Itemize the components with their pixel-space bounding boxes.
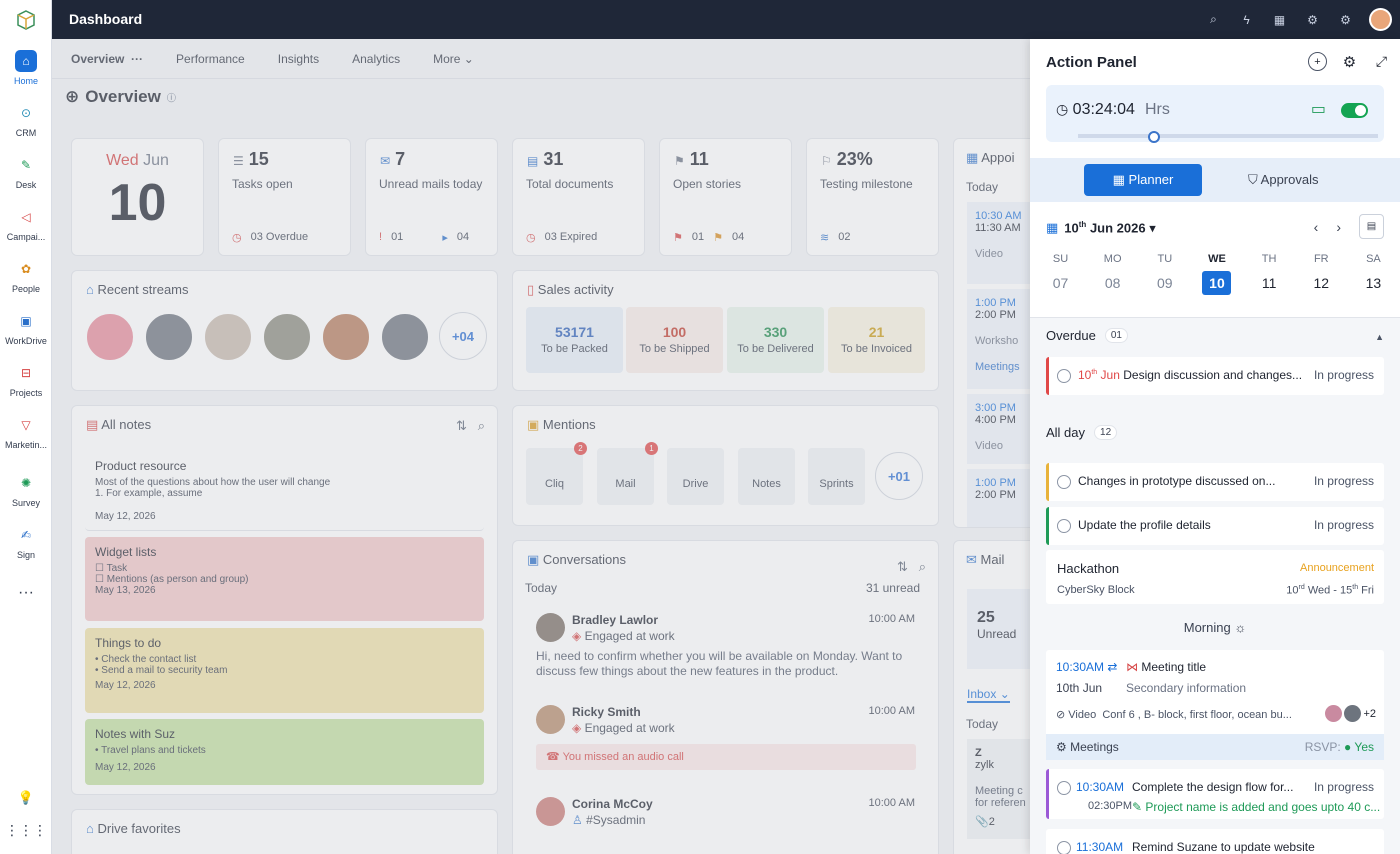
- day-friday[interactable]: FR 12: [1307, 253, 1336, 295]
- dashboard-main: Overview ··· Performance Insights Analyt…: [52, 39, 1053, 854]
- avatar: [1325, 705, 1343, 722]
- task-checkbox[interactable]: [1057, 475, 1071, 489]
- calendar-icon: ▦: [1112, 172, 1125, 187]
- rail-item-sign[interactable]: ✍ Sign: [0, 524, 52, 560]
- tab-planner[interactable]: ▦ Planner: [1084, 164, 1202, 196]
- day-saturday[interactable]: SA 13: [1359, 253, 1388, 295]
- tab-approvals[interactable]: ⛉ Approvals: [1248, 164, 1318, 196]
- rail-item-projects[interactable]: ⊟ Projects: [0, 362, 52, 398]
- next-week-icon[interactable]: ›: [1336, 219, 1341, 235]
- panel-title: Action Panel: [1046, 54, 1137, 71]
- task-checkbox[interactable]: [1057, 781, 1071, 795]
- add-icon[interactable]: +: [1308, 52, 1327, 71]
- rail-item-survey[interactable]: ✺ Survey: [0, 472, 52, 508]
- meeting-icon: ⋈: [1126, 660, 1138, 674]
- day-tuesday[interactable]: TU 09: [1150, 253, 1179, 295]
- time-progress-bar: [1078, 134, 1378, 138]
- rail-item-crm[interactable]: ⊙ CRM: [0, 102, 52, 138]
- settings-icon[interactable]: ⚙: [1303, 10, 1322, 29]
- timer-value: 03:24:04: [1072, 101, 1135, 118]
- sunrise-icon: ☼: [1234, 620, 1247, 635]
- panel-tabs: ▦ Planner ⛉ Approvals: [1030, 158, 1400, 202]
- sign-icon: ✍: [20, 528, 32, 542]
- laptop-icon[interactable]: ▭: [1311, 99, 1326, 119]
- projects-icon: ⊟: [20, 366, 32, 380]
- meeting-item[interactable]: 10:30AM ⇄ 10th Jun ⋈ Meeting title Secon…: [1046, 650, 1384, 760]
- top-bar: Dashboard ⌕ ϟ ▦ ⚙ ⚙: [52, 0, 1400, 39]
- time-slider-handle[interactable]: [1148, 131, 1160, 143]
- app-logo-icon[interactable]: [15, 9, 37, 31]
- desk-icon: ✎: [20, 158, 32, 172]
- search-icon[interactable]: ⌕: [1204, 10, 1223, 29]
- task-checkbox[interactable]: [1057, 369, 1071, 383]
- rail-item-home[interactable]: ⌂ Home: [0, 50, 52, 86]
- task-item[interactable]: 11:30AM Remind Suzane to update website: [1046, 829, 1384, 854]
- rsvp-yes-icon[interactable]: ●: [1344, 740, 1351, 754]
- rail-item-marketing[interactable]: ▽ Marketin...: [0, 414, 52, 450]
- check-icon: ⊘: [1056, 709, 1066, 721]
- timer-toggle[interactable]: [1341, 103, 1368, 118]
- day-thursday[interactable]: TH 11: [1255, 253, 1284, 295]
- settings-icon[interactable]: ⚙: [1340, 52, 1359, 71]
- task-checkbox[interactable]: [1057, 841, 1071, 854]
- collapse-icon[interactable]: ▲: [1375, 332, 1384, 342]
- avatar: [1344, 705, 1362, 722]
- rail-item-people[interactable]: ✿ People: [0, 258, 52, 294]
- lightning-icon[interactable]: ϟ: [1237, 10, 1256, 29]
- morning-divider: Morning ☼: [1183, 620, 1247, 635]
- prev-week-icon[interactable]: ‹: [1314, 219, 1319, 235]
- meeting-footer: ⚙ Meetings RSVP: ● Yes: [1046, 734, 1384, 760]
- day-wednesday[interactable]: WE 10: [1202, 253, 1232, 295]
- campaign-icon: ◁: [21, 210, 31, 224]
- admin-settings-icon[interactable]: ⚙: [1336, 10, 1355, 29]
- idea-icon[interactable]: 💡: [0, 790, 52, 806]
- planner-list: Overdue 01 ▲ 10th Jun Design discussion a…: [1030, 317, 1400, 854]
- crm-icon: ⊙: [20, 106, 32, 120]
- user-avatar[interactable]: [1369, 8, 1392, 31]
- task-item[interactable]: Changes in prototype discussed on... In p…: [1046, 463, 1384, 501]
- repeat-icon: ⇄: [1107, 660, 1118, 674]
- calendar-date-picker[interactable]: ▦ 10th Jun 2026 ▾: [1046, 220, 1156, 236]
- action-panel: Action Panel + ⚙ ⤢ ◷ 03:24:04 Hrs ▭ ▦ Pla…: [1030, 39, 1400, 854]
- app-rail: ⌂ Home ⊙ CRM ✎ Desk ◁ Campai... ✿ People ▣ Wor…: [0, 0, 52, 854]
- day-sunday[interactable]: SU 07: [1046, 253, 1075, 295]
- announcement-item[interactable]: Hackathon Announcement CyberSky Block 10…: [1046, 550, 1384, 604]
- task-checkbox[interactable]: [1057, 519, 1071, 533]
- task-item[interactable]: 10th Jun Design discussion and changes..…: [1046, 357, 1384, 395]
- rail-item-campaigns[interactable]: ◁ Campai...: [0, 206, 52, 242]
- week-strip: SU 07 MO 08 TU 09 WE 10 TH 11 FR 12 SA 13: [1046, 253, 1388, 295]
- workdrive-icon: ▣: [20, 314, 32, 328]
- all-day-section[interactable]: All day 12: [1046, 425, 1118, 440]
- calendar-icon[interactable]: ▦: [1270, 10, 1289, 29]
- day-monday[interactable]: MO 08: [1098, 253, 1127, 295]
- task-item[interactable]: Update the profile details In progress: [1046, 507, 1384, 545]
- home-icon: ⌂: [15, 50, 37, 72]
- expand-icon[interactable]: ⤢: [1372, 52, 1391, 71]
- overlay-dim: [52, 39, 1030, 854]
- time-tracker: ◷ 03:24:04 Hrs ▭: [1046, 85, 1384, 143]
- rail-item-workdrive[interactable]: ▣ WorkDrive: [0, 310, 52, 346]
- page-title: Dashboard: [69, 11, 143, 27]
- task-item[interactable]: 10:30AM Complete the design flow for... In…: [1046, 769, 1384, 819]
- marketing-icon: ▽: [21, 418, 31, 432]
- people-icon: ✿: [20, 262, 32, 276]
- more-apps-icon[interactable]: ···: [0, 584, 52, 602]
- app-grid-icon[interactable]: ⋮⋮⋮: [0, 822, 52, 839]
- overdue-section[interactable]: Overdue 01: [1046, 328, 1128, 343]
- rail-item-desk[interactable]: ✎ Desk: [0, 154, 52, 190]
- shield-icon: ⛉: [1248, 172, 1258, 187]
- survey-icon: ✺: [20, 476, 32, 490]
- calendar-view-button[interactable]: ▤: [1359, 214, 1384, 239]
- meetings-icon: ⚙: [1056, 740, 1067, 754]
- calendar-icon: ▦: [1046, 220, 1059, 236]
- clock-icon: ◷: [1056, 101, 1069, 117]
